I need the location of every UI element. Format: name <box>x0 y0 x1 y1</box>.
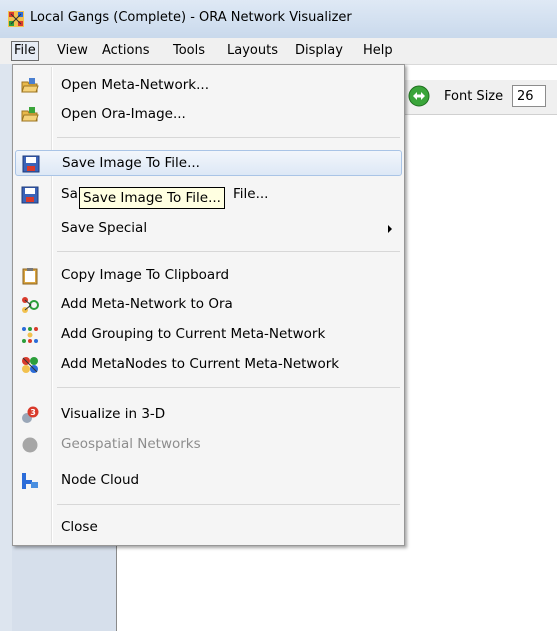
menu-tools[interactable]: Tools <box>171 42 207 60</box>
svg-text:3: 3 <box>30 408 36 417</box>
menu-item-save-special[interactable]: Save Special <box>15 216 402 242</box>
window-title: Local Gangs (Complete) - ORA Network Vis… <box>30 10 352 25</box>
toolbar: Font Size 26 <box>402 80 557 115</box>
menu-item-label: Open Ora-Image... <box>61 106 186 122</box>
menu-item-label: Save Special <box>61 220 148 236</box>
add-network-icon <box>22 297 39 313</box>
menu-layouts[interactable]: Layouts <box>225 42 280 60</box>
menu-item-label-left: Sa <box>61 186 78 202</box>
file-menu-dropdown: Open Meta-Network... Open Ora-Image... S… <box>12 64 405 546</box>
submenu-arrow-icon <box>388 225 392 233</box>
ora-app-icon <box>8 11 24 27</box>
menu-separator <box>57 504 400 505</box>
menu-item-copy-image[interactable]: Copy Image To Clipboard <box>15 263 402 289</box>
menu-item-label: Geospatial Networks <box>61 436 201 452</box>
floppy-disk-icon <box>22 155 40 173</box>
menu-separator <box>57 137 400 138</box>
menu-actions[interactable]: Actions <box>100 42 152 60</box>
tooltip: Save Image To File... <box>79 187 225 209</box>
menu-item-label: Copy Image To Clipboard <box>61 267 230 283</box>
title-bar: Local Gangs (Complete) - ORA Network Vis… <box>0 0 557 38</box>
menu-item-label: Visualize in 3-D <box>61 406 166 422</box>
menu-item-geospatial: Geospatial Networks <box>15 432 402 458</box>
menu-item-label-right: File... <box>233 186 269 202</box>
menu-bar: File View Actions Tools Layouts Display … <box>0 38 557 65</box>
menu-separator <box>57 251 400 252</box>
menu-item-label: Add MetaNodes to Current Meta-Network <box>61 356 340 372</box>
menu-display[interactable]: Display <box>293 42 345 60</box>
font-size-input[interactable]: 26 <box>512 85 546 107</box>
menu-file[interactable]: File <box>11 41 39 61</box>
menu-item-add-meta-network[interactable]: Add Meta-Network to Ora <box>15 292 402 318</box>
menu-help[interactable]: Help <box>361 42 395 60</box>
menu-item-label: Add Meta-Network to Ora <box>61 296 233 312</box>
3d-view-icon: 3 <box>22 406 39 423</box>
node-cloud-icon <box>22 473 38 489</box>
open-folder-icon <box>21 107 39 122</box>
menu-item-visualize-3d[interactable]: 3 Visualize in 3-D <box>15 402 402 428</box>
globe-icon <box>22 437 38 453</box>
menu-item-label: Add Grouping to Current Meta-Network <box>61 326 326 342</box>
menu-item-open-ora-image[interactable]: Open Ora-Image... <box>15 102 402 128</box>
menu-item-label: Open Meta-Network... <box>61 77 209 93</box>
clipboard-icon <box>22 268 38 285</box>
menu-item-save-image-to-file[interactable]: Save Image To File... <box>15 150 402 176</box>
font-size-label: Font Size <box>444 89 504 104</box>
menu-separator <box>57 387 400 388</box>
menu-item-add-metanodes[interactable]: Add MetaNodes to Current Meta-Network <box>15 352 402 378</box>
menu-item-label: Save Image To File... <box>62 155 200 171</box>
metanodes-icon <box>22 357 38 373</box>
grouping-icon <box>22 327 38 343</box>
menu-item-open-meta-network[interactable]: Open Meta-Network... <box>15 73 402 99</box>
floppy-disk-icon <box>21 186 39 204</box>
menu-item-label: Node Cloud <box>61 472 140 488</box>
open-folder-icon <box>21 78 39 93</box>
menu-item-node-cloud[interactable]: Node Cloud <box>15 468 402 494</box>
menu-item-add-grouping[interactable]: Add Grouping to Current Meta-Network <box>15 322 402 348</box>
menu-item-close[interactable]: Close <box>15 515 402 541</box>
menu-item-label: Close <box>61 519 98 535</box>
menu-view[interactable]: View <box>55 42 90 60</box>
refresh-arrows-icon[interactable] <box>408 85 430 107</box>
